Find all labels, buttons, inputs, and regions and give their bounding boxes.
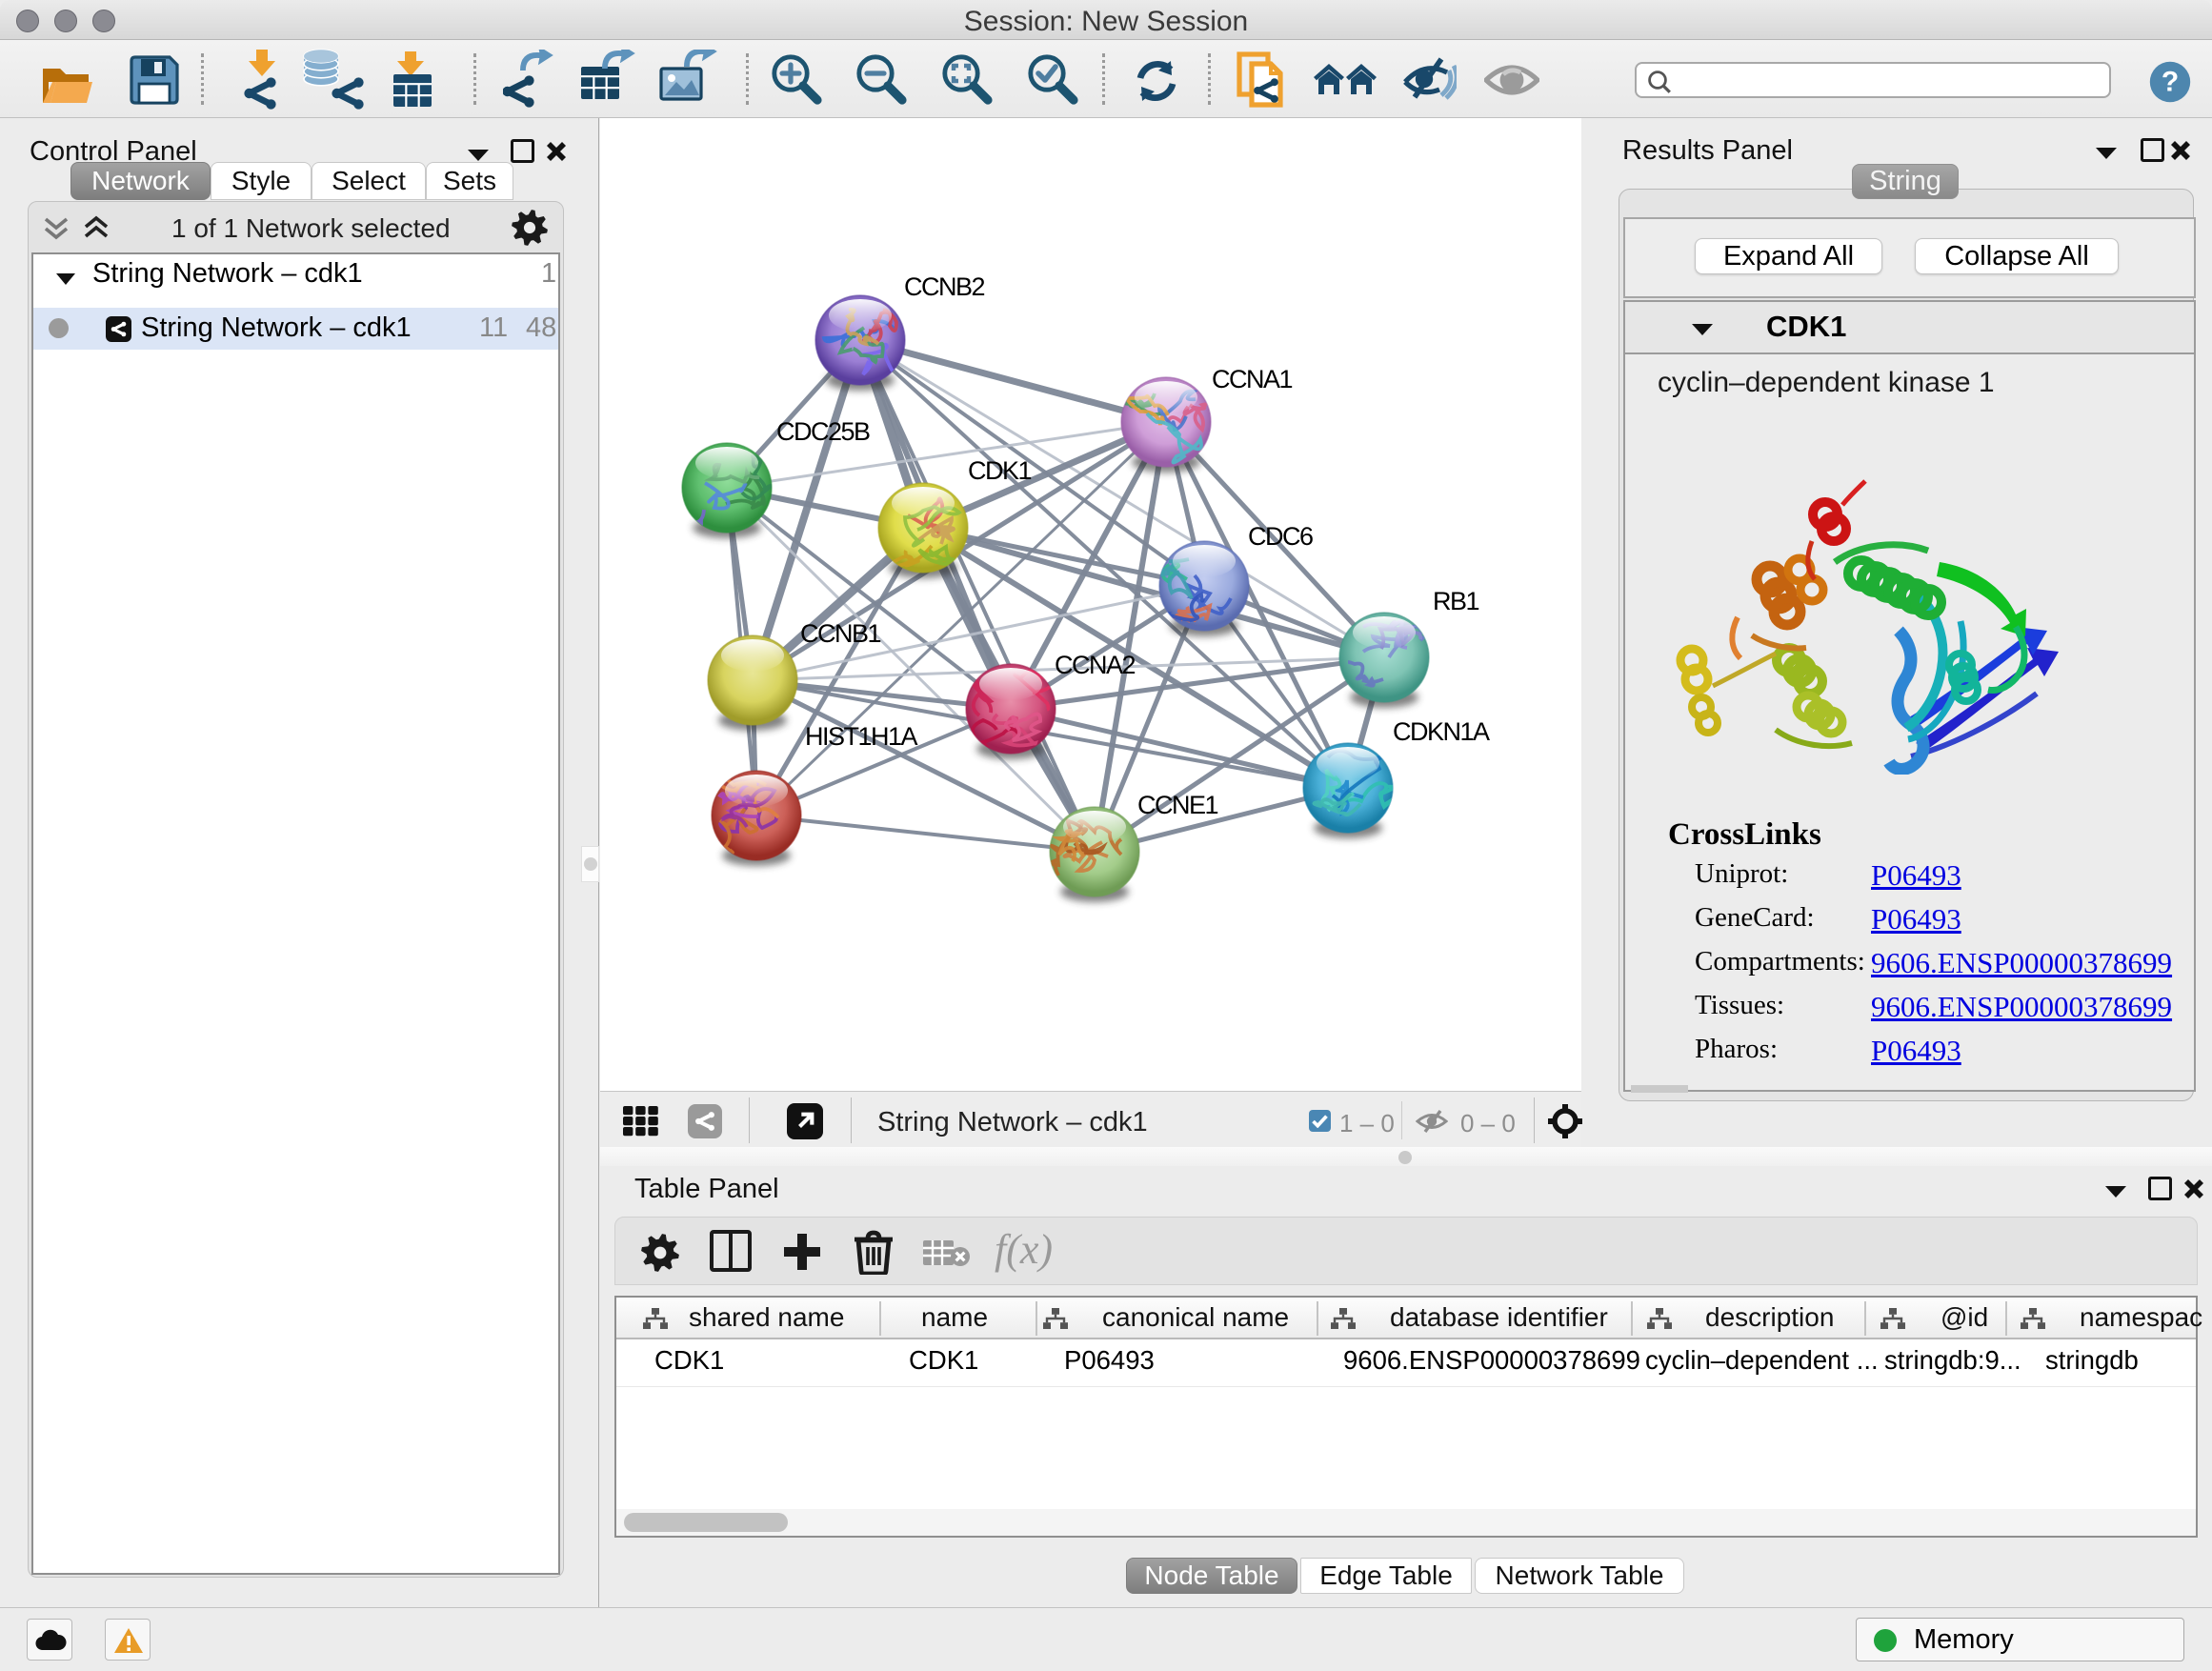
svg-text:HIST1H1A: HIST1H1A [805, 722, 918, 751]
svg-text:CDC25B: CDC25B [776, 417, 870, 446]
svg-text:CDC6: CDC6 [1248, 522, 1313, 551]
svg-text:RB1: RB1 [1433, 587, 1479, 615]
svg-text:CDKN1A: CDKN1A [1393, 717, 1490, 746]
svg-text:CCNE1: CCNE1 [1137, 791, 1218, 819]
svg-text:CCNA2: CCNA2 [1055, 651, 1136, 679]
svg-text:?: ? [2162, 67, 2179, 98]
svg-text:CDK1: CDK1 [968, 456, 1032, 485]
svg-text:CCNA1: CCNA1 [1212, 365, 1293, 393]
svg-text:CCNB1: CCNB1 [800, 619, 881, 648]
svg-text:CCNB2: CCNB2 [904, 272, 985, 301]
